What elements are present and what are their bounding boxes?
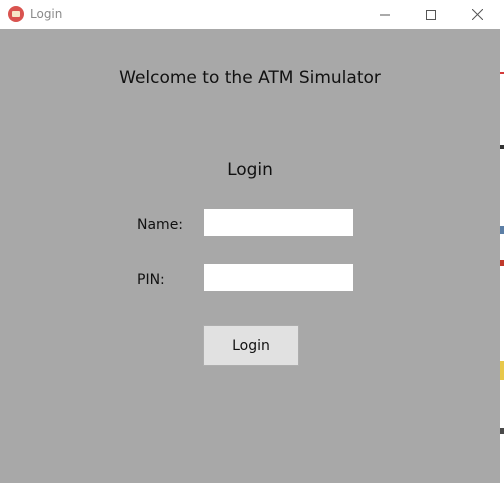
pin-label: PIN: — [137, 272, 165, 288]
background-window-mark — [500, 72, 504, 74]
background-window-mark — [500, 428, 504, 434]
pin-input[interactable] — [204, 264, 353, 291]
minimize-button[interactable] — [362, 0, 408, 29]
close-icon — [471, 9, 483, 20]
maximize-icon — [426, 9, 436, 20]
close-button[interactable] — [454, 0, 500, 29]
login-window: Login Welcome to the ATM Simulator Login… — [0, 0, 504, 483]
maximize-button[interactable] — [408, 0, 454, 29]
form-area: Welcome to the ATM Simulator Login Name:… — [0, 29, 500, 483]
title-bar[interactable]: Login — [0, 0, 500, 29]
welcome-text: Welcome to the ATM Simulator — [119, 68, 381, 88]
minimize-icon — [380, 14, 390, 15]
window-title: Login — [30, 7, 63, 21]
login-button[interactable]: Login — [203, 325, 299, 366]
background-window-mark — [500, 226, 504, 234]
background-window-mark — [500, 145, 504, 149]
name-label: Name: — [137, 217, 184, 233]
background-window-mark — [500, 260, 504, 266]
background-window-mark — [500, 361, 504, 380]
name-input[interactable] — [204, 209, 353, 236]
login-heading: Login — [227, 160, 273, 180]
app-icon — [8, 6, 24, 22]
